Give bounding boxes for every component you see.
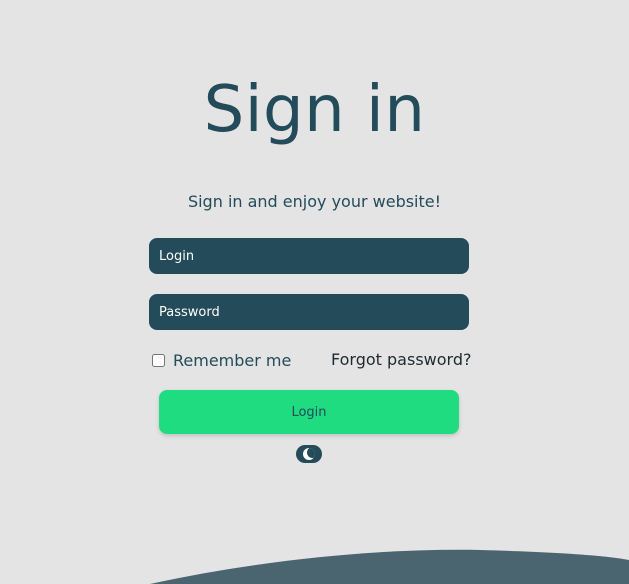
page-subtitle: Sign in and enjoy your website! <box>187 192 442 211</box>
forgot-password-link[interactable]: Forgot password? <box>331 350 471 369</box>
remember-me-option[interactable]: Remember me <box>152 350 291 370</box>
theme-toggle-button[interactable] <box>296 445 322 463</box>
remember-me-label: Remember me <box>173 350 292 370</box>
password-field[interactable] <box>149 294 469 330</box>
page-title: Sign in <box>203 73 426 147</box>
moon-icon <box>303 448 315 460</box>
login-field[interactable] <box>149 238 469 274</box>
sign-in-page: Sign in Sign in and enjoy your website! … <box>0 0 629 584</box>
login-button[interactable]: Login <box>159 390 459 434</box>
remember-me-checkbox[interactable] <box>152 353 165 367</box>
